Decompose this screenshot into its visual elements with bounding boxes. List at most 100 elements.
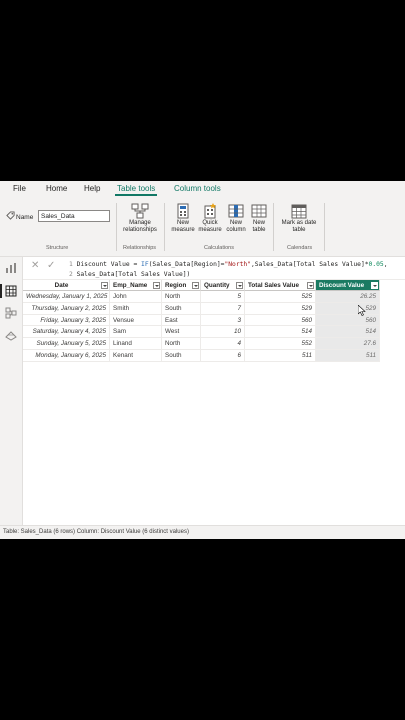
cell-discount-value[interactable]: 514 (316, 326, 380, 339)
cell-discount-value[interactable]: 529 (316, 302, 380, 315)
active-view-indicator (0, 284, 2, 298)
cell-region[interactable]: South (162, 302, 201, 315)
new-column-button[interactable]: New column (224, 203, 248, 234)
report-view-icon[interactable] (5, 262, 17, 274)
cell-date[interactable]: Wednesday, January 1, 2025 (23, 291, 110, 303)
manage-relationships-label-2: relationships (123, 227, 157, 233)
cell-date[interactable]: Saturday, January 4, 2025 (23, 326, 110, 339)
name-label: Name (16, 214, 34, 221)
formula-number: 0.05 (368, 261, 384, 268)
cell-discount-value[interactable]: 511 (316, 350, 380, 362)
menu-help[interactable]: Help (84, 184, 100, 193)
column-header-total-sales-value[interactable]: Total Sales Value (245, 280, 316, 291)
cell-date[interactable]: Friday, January 3, 2025 (23, 314, 110, 327)
table-view-icon[interactable] (5, 285, 17, 297)
column-header-label: Date (54, 282, 69, 289)
cell-total-sales-value[interactable]: 511 (245, 350, 316, 362)
power-bi-window: File Home Help Table tools Column tools … (0, 181, 405, 539)
cell-total-sales-value[interactable]: 529 (245, 302, 316, 315)
manage-relationships-button[interactable]: Manage relationships (120, 203, 160, 234)
mark-as-date-table-label: Mark as date (281, 220, 317, 226)
cell-quantity[interactable]: 6 (201, 350, 245, 362)
cancel-icon[interactable]: ✕ (31, 260, 39, 271)
cell-emp-name[interactable]: Linand (110, 338, 162, 350)
cell-total-sales-value[interactable]: 552 (245, 338, 316, 350)
formula-part: , (383, 261, 388, 268)
dax-query-view-icon[interactable] (5, 329, 17, 341)
cell-total-sales-value[interactable]: 514 (245, 326, 316, 339)
group-label-calendars: Calendars (287, 245, 313, 251)
new-table-button[interactable]: New table (248, 203, 270, 234)
cell-region[interactable]: East (162, 314, 201, 327)
cell-total-sales-value[interactable]: 560 (245, 314, 316, 327)
ribbon-separator (116, 203, 117, 251)
menu-file[interactable]: File (13, 184, 26, 193)
new-measure-button[interactable]: New measure (168, 203, 198, 234)
column-header-quantity[interactable]: Quantity (201, 280, 245, 291)
menu-table-tools[interactable]: Table tools (114, 184, 158, 196)
column-header-emp-name[interactable]: Emp_Name (110, 280, 162, 291)
menu-home[interactable]: Home (46, 184, 67, 193)
column-header-label: Emp_Name (113, 282, 148, 289)
cell-date[interactable]: Thursday, January 2, 2025 (23, 302, 110, 315)
new-table-label-2: table (252, 227, 266, 233)
cell-region[interactable]: South (162, 350, 201, 362)
cell-date[interactable]: Sunday, January 5, 2025 (23, 338, 110, 350)
mark-as-date-table-button[interactable]: Mark as date table (276, 203, 322, 234)
cell-quantity[interactable]: 3 (201, 314, 245, 327)
cell-quantity[interactable]: 7 (201, 302, 245, 315)
new-table-label: New (252, 220, 265, 226)
cell-emp-name[interactable]: Kenant (110, 350, 162, 362)
dropdown-icon[interactable] (371, 282, 378, 289)
formula-keyword: IF (141, 261, 149, 268)
status-bar: Table: Sales_Data (6 rows) Column: Disco… (0, 525, 405, 539)
ribbon-separator (324, 203, 325, 251)
quick-measure-button[interactable]: Quick measure (196, 203, 224, 234)
tag-icon (6, 211, 15, 220)
column-header-date[interactable]: Date (23, 280, 110, 291)
ribbon: Name Sales_Data Structure Manage relatio… (0, 200, 405, 257)
model-view-icon[interactable] (5, 307, 17, 319)
cell-region[interactable]: North (162, 338, 201, 350)
column-header-discount-value[interactable]: Discount Value (316, 280, 380, 291)
cell-region[interactable]: North (162, 291, 201, 303)
manage-relationships-label: Manage (129, 220, 151, 226)
cursor-icon (358, 305, 366, 316)
new-measure-icon (177, 203, 189, 219)
new-column-label: New (229, 220, 242, 226)
column-header-region[interactable]: Region (162, 280, 201, 291)
check-icon[interactable]: ✓ (47, 260, 55, 271)
ribbon-separator (273, 203, 274, 251)
menu-column-tools[interactable]: Column tools (174, 184, 221, 193)
cell-emp-name[interactable]: Sam (110, 326, 162, 339)
line-number: 2 (69, 271, 73, 278)
cell-total-sales-value[interactable]: 525 (245, 291, 316, 303)
dropdown-icon[interactable] (101, 282, 108, 289)
new-table-icon (251, 204, 267, 218)
group-label-calculations: Calculations (204, 245, 234, 251)
dropdown-icon[interactable] (153, 282, 160, 289)
cell-quantity[interactable]: 5 (201, 291, 245, 303)
table-name-input[interactable]: Sales_Data (38, 210, 110, 222)
dropdown-icon[interactable] (192, 282, 199, 289)
dropdown-icon[interactable] (307, 282, 314, 289)
cell-region[interactable]: West (162, 326, 201, 339)
dropdown-icon[interactable] (236, 282, 243, 289)
cell-discount-value[interactable]: 560 (316, 314, 380, 327)
formula-part: (Sales_Data[Region]= (148, 261, 225, 268)
cell-date[interactable]: Monday, January 6, 2025 (23, 350, 110, 362)
cell-discount-value[interactable]: 26.25 (316, 291, 380, 303)
dax-formula-editor[interactable]: 1 Discount Value = IF(Sales_Data[Region]… (69, 260, 388, 280)
cell-quantity[interactable]: 10 (201, 326, 245, 339)
cell-emp-name[interactable]: Vensue (110, 314, 162, 327)
view-rail (0, 257, 23, 525)
cell-discount-value[interactable]: 27.6 (316, 338, 380, 350)
new-column-icon (228, 204, 244, 218)
formula-bar: ✕ ✓ 1 Discount Value = IF(Sales_Data[Reg… (0, 257, 405, 280)
cell-emp-name[interactable]: John (110, 291, 162, 303)
cell-emp-name[interactable]: Smith (110, 302, 162, 315)
cell-quantity[interactable]: 4 (201, 338, 245, 350)
line-number: 1 (69, 261, 73, 268)
manage-relationships-icon (131, 203, 149, 219)
column-header-label: Region (165, 282, 187, 289)
